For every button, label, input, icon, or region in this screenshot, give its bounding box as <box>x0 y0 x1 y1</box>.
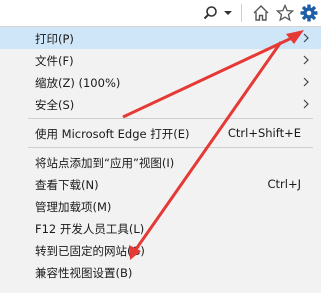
menu-item-label: 转到已固定的网站(G) <box>35 244 145 258</box>
menu-item-print[interactable]: 打印(P) <box>0 27 321 49</box>
menu-item-label: 使用 Microsoft Edge 打开(E) <box>35 127 190 141</box>
browser-toolbar <box>0 0 321 26</box>
menu-item-label: 兼容性视图设置(B) <box>35 266 133 280</box>
menu-item-file[interactable]: 文件(F) <box>0 49 321 71</box>
chevron-right-icon <box>303 33 309 43</box>
menu-item-label: 打印(P) <box>35 32 74 46</box>
menu-item-zoom[interactable]: 缩放(Z) (100%) <box>0 71 321 93</box>
menu-item-pinned-sites[interactable]: 转到已固定的网站(G) <box>0 239 321 261</box>
menu-item-manage-addons[interactable]: 管理加载项(M) <box>0 195 321 217</box>
menu-item-compatibility-view[interactable]: 兼容性视图设置(B) <box>0 261 321 283</box>
menu-item-shortcut: Ctrl+Shift+E <box>227 126 301 140</box>
tools-menu: 打印(P) 文件(F) 缩放(Z) (100%) 安全(S) 使用 Micros… <box>0 26 321 293</box>
menu-item-label: 管理加载项(M) <box>35 200 112 214</box>
home-icon[interactable] <box>251 3 271 23</box>
menu-item-label: F12 开发人员工具(L) <box>35 222 145 236</box>
menu-item-add-to-apps[interactable]: 将站点添加到“应用”视图(I) <box>0 151 321 173</box>
star-icon[interactable] <box>275 3 295 23</box>
menu-item-label: 文件(F) <box>35 54 74 68</box>
chevron-right-icon <box>303 55 309 65</box>
menu-separator <box>28 118 313 119</box>
menu-item-safety[interactable]: 安全(S) <box>0 93 321 115</box>
menu-item-label: 将站点添加到“应用”视图(I) <box>35 156 175 170</box>
menu-item-open-in-edge[interactable]: 使用 Microsoft Edge 打开(E) Ctrl+Shift+E <box>0 122 321 144</box>
chevron-down-icon[interactable] <box>222 4 234 22</box>
menu-item-label: 缩放(Z) (100%) <box>35 76 121 90</box>
gear-icon[interactable] <box>299 3 319 23</box>
menu-separator <box>28 147 313 148</box>
toolbar-divider <box>241 4 242 22</box>
menu-item-label: 安全(S) <box>35 98 75 112</box>
menu-item-label: 查看下载(N) <box>35 178 99 192</box>
search-icon[interactable] <box>202 4 220 22</box>
menu-item-dev-tools[interactable]: F12 开发人员工具(L) <box>0 217 321 239</box>
chevron-right-icon <box>303 77 309 87</box>
menu-item-shortcut: Ctrl+J <box>267 177 302 191</box>
menu-item-view-downloads[interactable]: 查看下载(N) Ctrl+J <box>0 173 321 195</box>
chevron-right-icon <box>303 99 309 109</box>
